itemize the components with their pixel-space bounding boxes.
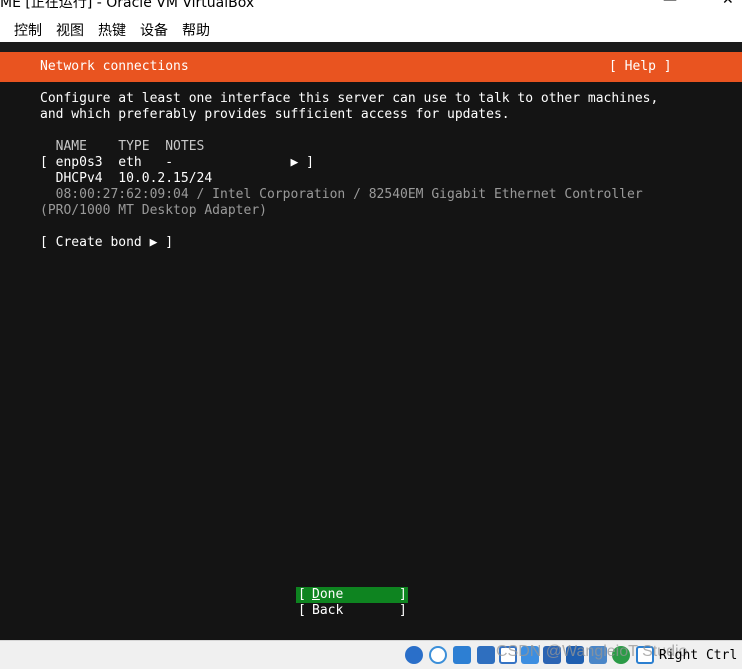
hard-disk-icon[interactable] <box>405 646 423 664</box>
done-label: Done <box>312 587 344 602</box>
installer-header: Network connections [ Help ] <box>0 52 742 82</box>
host-key-label: Right Ctrl <box>659 648 738 663</box>
optical-drive-icon[interactable] <box>429 646 447 664</box>
audio-icon[interactable] <box>453 646 471 664</box>
intro-text-line-2: and which preferably provides sufficient… <box>40 107 510 122</box>
minimize-button[interactable]: — <box>663 0 677 8</box>
vm-screen[interactable]: Network connections [ Help ] Configure a… <box>0 42 742 640</box>
back-button[interactable]: [ Back ] <box>296 603 408 619</box>
back-right-bracket: ] <box>399 603 407 618</box>
window-titlebar: ME [正在运行] - Oracle VM VirtualBox — ✕ <box>0 0 742 11</box>
hardware-info-line-1: 08:00:27:62:09:04 / Intel Corporation / … <box>40 187 643 202</box>
back-left-bracket: [ <box>298 603 306 618</box>
screen-top-band <box>0 42 742 52</box>
hardware-info-line-2: (PRO/1000 MT Desktop Adapter) <box>40 203 267 218</box>
menu-help[interactable]: 帮助 <box>168 20 218 40</box>
interface-row-enp0s3[interactable]: [ enp0s3 eth - ▶ ] <box>40 155 314 171</box>
done-button[interactable]: [ Done ] <box>296 587 408 603</box>
back-label: Back <box>312 603 344 618</box>
status-bar: CSDN @WangleioT Studio Right Ctrl <box>0 640 742 669</box>
table-header: NAME TYPE NOTES <box>40 139 205 154</box>
dhcp-address-row: DHCPv4 10.0.2.15/24 <box>40 171 213 186</box>
done-left-bracket: [ <box>298 587 306 602</box>
page-title: Network connections <box>40 59 189 74</box>
network-icon[interactable] <box>477 646 495 664</box>
create-bond-button[interactable]: [ Create bond ▶ ] <box>40 235 173 251</box>
menu-bar: 控制 视图 热键 设备 帮助 <box>0 17 742 42</box>
window-title: ME [正在运行] - Oracle VM VirtualBox <box>0 0 255 11</box>
close-button[interactable]: ✕ <box>722 0 734 8</box>
done-right-bracket: ] <box>399 587 407 602</box>
intro-text-line-1: Configure at least one interface this se… <box>40 91 659 106</box>
help-button[interactable]: [ Help ] <box>609 59 672 75</box>
